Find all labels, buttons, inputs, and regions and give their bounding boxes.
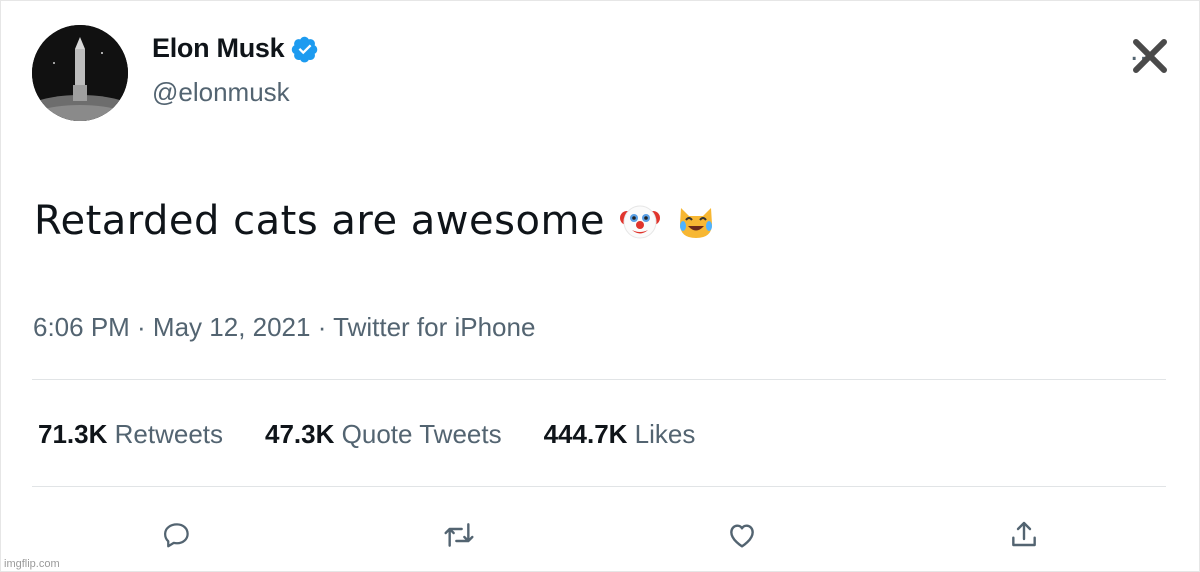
verified-badge-icon bbox=[291, 35, 319, 63]
likes-stat[interactable]: 444.7K Likes bbox=[544, 419, 696, 450]
clown-face-emoji-icon bbox=[619, 200, 661, 242]
quote-tweets-stat[interactable]: 47.3K Quote Tweets bbox=[265, 419, 502, 450]
tweet-body: Retarded cats are awesome bbox=[34, 198, 606, 244]
divider bbox=[32, 379, 1166, 380]
likes-count: 444.7K bbox=[543, 419, 628, 449]
reply-button[interactable] bbox=[157, 515, 197, 555]
like-icon bbox=[730, 524, 754, 548]
author-handle[interactable]: @elonmusk bbox=[152, 77, 290, 108]
author-name[interactable]: Elon Musk bbox=[152, 33, 285, 64]
share-icon bbox=[1012, 521, 1036, 547]
cat-tears-of-joy-emoji-icon bbox=[675, 200, 717, 242]
divider bbox=[32, 486, 1166, 487]
quote-tweets-label: Quote Tweets bbox=[341, 419, 502, 449]
watermark: imgflip.com bbox=[4, 558, 60, 570]
tweet-text: Retarded cats are awesome bbox=[34, 198, 717, 244]
author-name-row: Elon Musk bbox=[152, 33, 319, 64]
engagement-stats: 71.3K Retweets 47.3K Quote Tweets 444.7K… bbox=[38, 419, 695, 450]
more-options-button[interactable]: ... bbox=[1128, 28, 1184, 73]
reply-icon bbox=[164, 523, 189, 548]
avatar-image bbox=[32, 25, 128, 121]
avatar[interactable] bbox=[32, 25, 128, 121]
retweets-count: 71.3K bbox=[38, 419, 108, 449]
quote-tweets-count: 47.3K bbox=[265, 419, 335, 449]
retweet-button[interactable] bbox=[439, 515, 479, 555]
retweet-icon bbox=[444, 523, 474, 547]
likes-label: Likes bbox=[634, 419, 696, 449]
tweet-timestamp-source[interactable]: 6:06 PM · May 12, 2021 · Twitter for iPh… bbox=[33, 312, 535, 343]
like-button[interactable] bbox=[722, 515, 762, 555]
share-button[interactable] bbox=[1004, 515, 1044, 555]
retweets-label: Retweets bbox=[114, 419, 224, 449]
close-icon[interactable] bbox=[1130, 36, 1170, 76]
retweets-stat[interactable]: 71.3K Retweets bbox=[38, 419, 223, 450]
